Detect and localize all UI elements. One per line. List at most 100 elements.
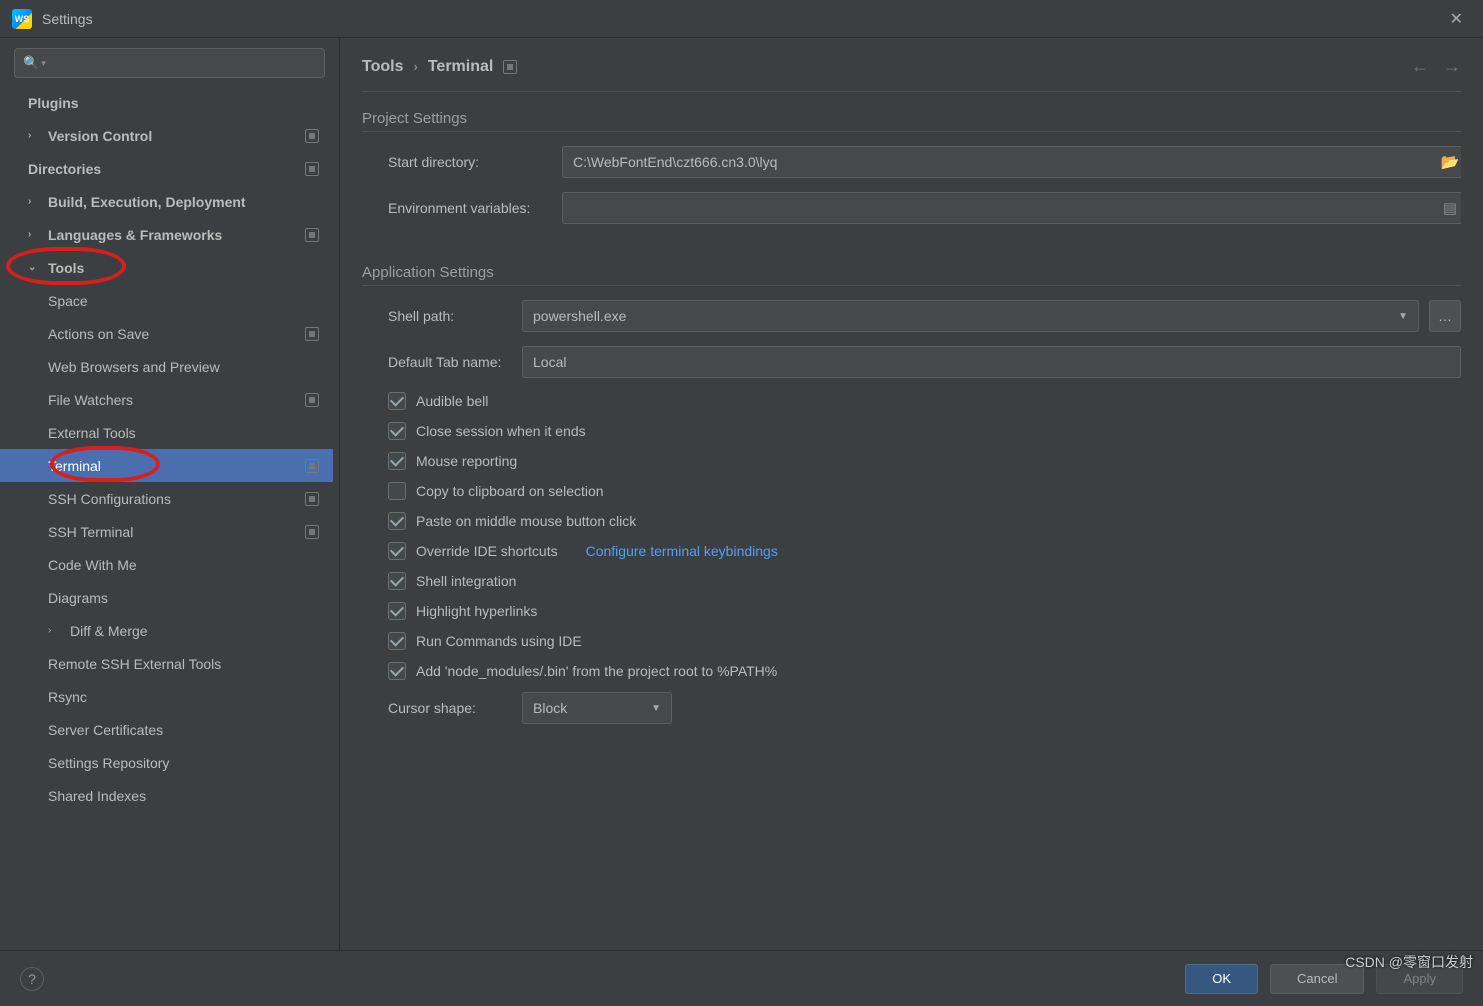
- checkbox-row: Paste on middle mouse button click: [362, 512, 1461, 530]
- sidebar-item-space[interactable]: Space: [0, 284, 333, 317]
- checkbox[interactable]: [388, 632, 406, 650]
- breadcrumb: Tools › Terminal ← →: [362, 56, 1461, 92]
- settings-sidebar: 🔍 ▾ Plugins ›Version Control Directories › B…: [0, 38, 340, 950]
- sidebar-item-label: Terminal: [48, 458, 101, 474]
- chevron-down-icon[interactable]: ⌄: [28, 262, 36, 273]
- checkbox-label: Add 'node_modules/.bin' from the project…: [416, 663, 777, 679]
- sidebar-item-label: Plugins: [28, 95, 79, 111]
- chevron-right-icon[interactable]: ›: [28, 229, 31, 240]
- chevron-right-icon[interactable]: ›: [28, 196, 31, 207]
- sidebar-item-label: Shared Indexes: [48, 788, 146, 804]
- sidebar-item-settings-repository[interactable]: Settings Repository: [0, 746, 333, 779]
- scope-badge-icon: [305, 459, 319, 473]
- sidebar-item-label: Space: [48, 293, 88, 309]
- sidebar-item-label: Remote SSH External Tools: [48, 656, 221, 672]
- browse-button[interactable]: …: [1429, 300, 1461, 332]
- checkbox-label: Close session when it ends: [416, 423, 586, 439]
- search-dropdown-icon[interactable]: ▾: [41, 58, 46, 69]
- chevron-right-icon[interactable]: ›: [48, 625, 51, 636]
- shell-path-combo[interactable]: powershell.exe ▼: [522, 300, 1419, 332]
- scope-badge-icon: [305, 525, 319, 539]
- section-application-settings: Application Settings: [362, 264, 1461, 281]
- scope-badge-icon: [305, 393, 319, 407]
- checkbox[interactable]: [388, 422, 406, 440]
- sidebar-item-label: Languages & Frameworks: [48, 227, 222, 243]
- label-env-vars: Environment variables:: [362, 200, 562, 216]
- checkbox-row: Close session when it ends: [362, 422, 1461, 440]
- checkbox[interactable]: [388, 392, 406, 410]
- sidebar-item-ssh-configurations[interactable]: SSH Configurations: [0, 482, 333, 515]
- scope-badge-icon: [305, 492, 319, 506]
- sidebar-item-remote-ssh-external-tools[interactable]: Remote SSH External Tools: [0, 647, 333, 680]
- sidebar-item-diff-merge[interactable]: ›Diff & Merge: [0, 614, 333, 647]
- checkbox[interactable]: [388, 602, 406, 620]
- checkbox-row: Audible bell: [362, 392, 1461, 410]
- sidebar-item-terminal[interactable]: Terminal: [0, 449, 333, 482]
- default-tab-input[interactable]: Local: [522, 346, 1461, 378]
- sidebar-item-label: Web Browsers and Preview: [48, 359, 220, 375]
- close-icon[interactable]: ✕: [1442, 5, 1471, 33]
- section-project-settings: Project Settings: [362, 110, 1461, 127]
- checkbox[interactable]: [388, 452, 406, 470]
- chevron-right-icon: ›: [413, 59, 417, 74]
- checkbox-row: Run Commands using IDE: [362, 632, 1461, 650]
- list-edit-icon[interactable]: ▤: [1439, 197, 1461, 219]
- cursor-shape-combo[interactable]: Block ▼: [522, 692, 672, 724]
- env-vars-input[interactable]: [562, 192, 1461, 224]
- sidebar-item-label: Directories: [28, 161, 101, 177]
- sidebar-item-label: Code With Me: [48, 557, 137, 573]
- sidebar-item-label: Tools: [48, 260, 84, 276]
- settings-tree[interactable]: Plugins ›Version Control Directories › Build…: [0, 86, 339, 950]
- sidebar-item-code-with-me[interactable]: Code With Me: [0, 548, 333, 581]
- folder-open-icon[interactable]: 📂: [1439, 151, 1461, 173]
- sidebar-item-languages-frameworks[interactable]: › Languages & Frameworks: [0, 218, 333, 251]
- sidebar-item-tools[interactable]: ⌄ Tools: [0, 251, 333, 284]
- window-title: Settings: [42, 11, 93, 27]
- start-directory-input[interactable]: C:\WebFontEnd\czt666.cn3.0\lyq: [562, 146, 1461, 178]
- sidebar-item-label: SSH Configurations: [48, 491, 171, 507]
- checkbox-label: Highlight hyperlinks: [416, 603, 537, 619]
- nav-forward-icon[interactable]: →: [1443, 56, 1461, 77]
- checkbox[interactable]: [388, 512, 406, 530]
- sidebar-item-ssh-terminal[interactable]: SSH Terminal: [0, 515, 333, 548]
- nav-back-icon[interactable]: ←: [1411, 56, 1429, 77]
- sidebar-item-web-browsers-and-preview[interactable]: Web Browsers and Preview: [0, 350, 333, 383]
- checkbox-row: Override IDE shortcutsConfigure terminal…: [362, 542, 1461, 560]
- chevron-down-icon: ▼: [651, 703, 661, 714]
- sidebar-item-label: Build, Execution, Deployment: [48, 194, 246, 210]
- scope-badge-icon: [305, 162, 319, 176]
- scope-badge-icon: [503, 60, 517, 74]
- label-shell-path: Shell path:: [362, 308, 522, 324]
- sidebar-item-file-watchers[interactable]: File Watchers: [0, 383, 333, 416]
- label-start-directory: Start directory:: [362, 154, 562, 170]
- configure-keybindings-link[interactable]: Configure terminal keybindings: [586, 543, 778, 559]
- sidebar-item-diagrams[interactable]: Diagrams: [0, 581, 333, 614]
- sidebar-item-server-certificates[interactable]: Server Certificates: [0, 713, 333, 746]
- checkbox-label: Shell integration: [416, 573, 516, 589]
- chevron-down-icon: ▼: [1398, 311, 1408, 322]
- sidebar-item-directories[interactable]: Directories: [0, 152, 333, 185]
- sidebar-item-label: Actions on Save: [48, 326, 149, 342]
- sidebar-item-shared-indexes[interactable]: Shared Indexes: [0, 779, 333, 812]
- checkbox[interactable]: [388, 482, 406, 500]
- sidebar-item-label: External Tools: [48, 425, 136, 441]
- ok-button[interactable]: OK: [1185, 964, 1258, 994]
- divider: [362, 131, 1461, 132]
- checkbox[interactable]: [388, 572, 406, 590]
- sidebar-item-actions-on-save[interactable]: Actions on Save: [0, 317, 333, 350]
- sidebar-item-rsync[interactable]: Rsync: [0, 680, 333, 713]
- checkbox[interactable]: [388, 542, 406, 560]
- search-input[interactable]: 🔍 ▾: [14, 48, 325, 78]
- sidebar-item-external-tools[interactable]: External Tools: [0, 416, 333, 449]
- apply-button[interactable]: Apply: [1376, 964, 1463, 994]
- cancel-button[interactable]: Cancel: [1270, 964, 1364, 994]
- app-icon: WS: [12, 9, 32, 29]
- help-button[interactable]: ?: [20, 967, 44, 991]
- sidebar-item-build-execution-deployment[interactable]: › Build, Execution, Deployment: [0, 185, 333, 218]
- sidebar-item-plugins[interactable]: Plugins: [0, 86, 333, 119]
- breadcrumb-parent[interactable]: Tools: [362, 58, 403, 76]
- sidebar-item-version-control[interactable]: ›Version Control: [0, 119, 333, 152]
- chevron-right-icon[interactable]: ›: [28, 130, 31, 141]
- checkbox[interactable]: [388, 662, 406, 680]
- label-default-tab: Default Tab name:: [362, 354, 522, 370]
